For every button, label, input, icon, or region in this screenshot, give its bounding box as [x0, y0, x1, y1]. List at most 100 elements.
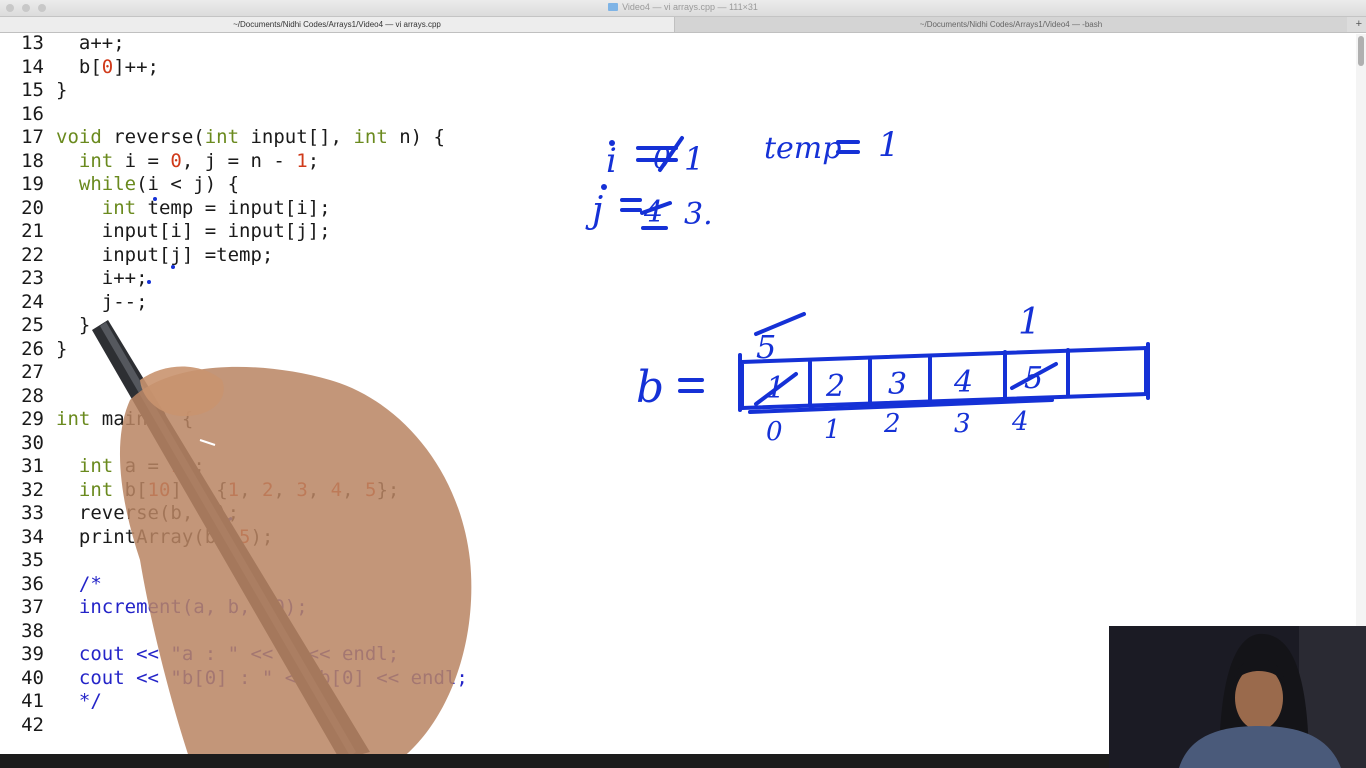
code-token: while — [78, 173, 137, 195]
cell-0-strike — [754, 372, 798, 406]
code-line[interactable]: 37 increment(a, b, 10); — [0, 596, 560, 620]
code-line[interactable]: 26} — [0, 338, 560, 362]
code-line[interactable]: 20 int temp = input[i]; — [0, 197, 560, 221]
code-line[interactable]: 33 reverse(b, 5); — [0, 502, 560, 526]
code-token: 5 — [204, 502, 217, 524]
code-line[interactable]: 30 — [0, 432, 560, 456]
bottom-bar — [0, 754, 1109, 768]
code-token: ; — [193, 455, 205, 477]
code-token: int — [101, 196, 137, 219]
array-index: 0 — [766, 417, 783, 447]
code-line[interactable]: 35 — [0, 549, 560, 573]
window-title: Video4 — vi arrays.cpp — 111×31 — [0, 2, 1366, 12]
line-number: 18 — [21, 149, 44, 172]
code-token: 4 — [330, 478, 343, 501]
tab-bar: ~/Documents/Nidhi Codes/Arrays1/Video4 —… — [0, 17, 1366, 33]
code-editor[interactable]: 13 a++; 14 b[0]++; 15} 16 17 void reverse(int… — [0, 32, 560, 737]
code-line[interactable]: 36 /* — [0, 573, 560, 597]
cell-4-new-value: 1 — [1018, 302, 1041, 343]
code-token: i = — [113, 149, 171, 172]
temp-value: 1 — [878, 125, 900, 165]
code-line[interactable]: 21 input[i] = input[j]; — [0, 220, 560, 244]
scrollbar-thumb[interactable] — [1358, 36, 1364, 66]
code-token: int — [56, 408, 91, 430]
code-token: ); — [250, 525, 274, 548]
code-token: 3 — [296, 478, 308, 501]
code-line[interactable]: 38 — [0, 620, 560, 644]
code-token: (i < j) { — [136, 173, 240, 195]
var-i-label: i — [606, 141, 617, 181]
code-line[interactable]: 16 — [0, 103, 560, 127]
code-line[interactable]: 42 — [0, 714, 560, 738]
code-line[interactable]: 28 — [0, 385, 560, 409]
code-line[interactable]: 34 printArray(b, 5); — [0, 526, 560, 550]
line-number: 27 — [21, 361, 44, 383]
line-number: 34 — [21, 525, 44, 548]
presenter-video — [1109, 626, 1366, 768]
code-token: cout << "a : " << a << endl; — [78, 643, 400, 665]
code-token: ]++; — [113, 55, 159, 78]
tab-vi-arrays[interactable]: ~/Documents/Nidhi Codes/Arrays1/Video4 —… — [0, 17, 674, 32]
new-tab-button[interactable]: + — [1356, 17, 1362, 32]
tab-label: ~/Documents/Nidhi Codes/Arrays1/Video4 —… — [233, 20, 441, 29]
code-token: */ — [78, 690, 102, 712]
code-line[interactable]: 39 cout << "a : " << a << endl; — [0, 643, 560, 667]
code-line[interactable]: 17 void reverse(int input[], int n) { — [0, 126, 560, 150]
array-cell: 2 — [825, 369, 845, 404]
line-number: 30 — [21, 431, 44, 454]
code-token: reverse(b, — [56, 502, 205, 524]
array-index: 4 — [1011, 407, 1029, 437]
code-line[interactable]: 22 input[j] =temp; — [0, 244, 560, 268]
code-token: main() { — [90, 408, 194, 430]
code-line[interactable]: 25 } — [0, 314, 560, 338]
line-number: 17 — [21, 126, 44, 148]
code-line[interactable]: 27 — [0, 361, 560, 385]
code-token: 5 — [239, 525, 251, 548]
cell-4-strike — [1010, 362, 1058, 390]
code-line[interactable]: 18 int i = 0, j = n - 1; — [0, 150, 560, 174]
code-token: , — [273, 478, 297, 501]
line-number: 25 — [21, 314, 44, 336]
code-line[interactable]: 41 */ — [0, 690, 560, 714]
var-j-old: 4 — [643, 195, 663, 230]
line-number: 42 — [21, 713, 44, 736]
array-index: 2 — [883, 409, 901, 439]
code-line[interactable]: 31 int a = 10; — [0, 455, 560, 479]
tab-bash[interactable]: ~/Documents/Nidhi Codes/Arrays1/Video4 —… — [674, 17, 1347, 32]
array-index: 1 — [824, 415, 841, 445]
code-line[interactable]: 40 cout << "b[0] : " << b[0] << endl; — [0, 667, 560, 691]
code-token: cout << "b[0] : " << b[0] << endl; — [78, 666, 468, 689]
code-line[interactable]: 13 a++; — [0, 32, 560, 56]
line-number: 16 — [21, 102, 44, 125]
var-i-new: 1 — [684, 140, 704, 178]
webcam-overlay — [1109, 626, 1366, 768]
code-line[interactable]: 29 int main() { — [0, 408, 560, 432]
line-number: 26 — [21, 337, 44, 360]
code-token: ; — [307, 149, 320, 172]
line-number: 29 — [21, 408, 44, 430]
array-cell: 5 — [1024, 361, 1043, 396]
code-line[interactable]: 15} — [0, 79, 560, 103]
code-line[interactable]: 32 int b[10] = {1, 2, 3, 4, 5}; — [0, 479, 560, 503]
code-token: printArray(b, — [56, 525, 240, 548]
code-token: n) { — [387, 126, 445, 148]
array-box — [740, 346, 1148, 410]
line-number: 33 — [21, 502, 44, 524]
code-token: j--; — [56, 290, 148, 313]
code-line[interactable]: 24 j--; — [0, 291, 560, 315]
code-token: input[i] = input[j]; — [56, 220, 331, 242]
code-line[interactable]: 23 i++; — [0, 267, 560, 291]
line-number: 32 — [21, 478, 44, 501]
line-number: 23 — [21, 267, 44, 289]
line-number: 38 — [21, 619, 44, 642]
line-number: 24 — [21, 290, 44, 313]
window-title-text: Video4 — vi arrays.cpp — 111×31 — [622, 2, 758, 12]
code-line[interactable]: 14 b[0]++; — [0, 56, 560, 80]
code-line[interactable]: 19 while(i < j) { — [0, 173, 560, 197]
var-j-new: 3. — [684, 197, 713, 232]
code-token: , j = n - — [181, 149, 297, 172]
code-token: 10 — [147, 478, 171, 501]
code-token: 1 — [296, 149, 308, 172]
